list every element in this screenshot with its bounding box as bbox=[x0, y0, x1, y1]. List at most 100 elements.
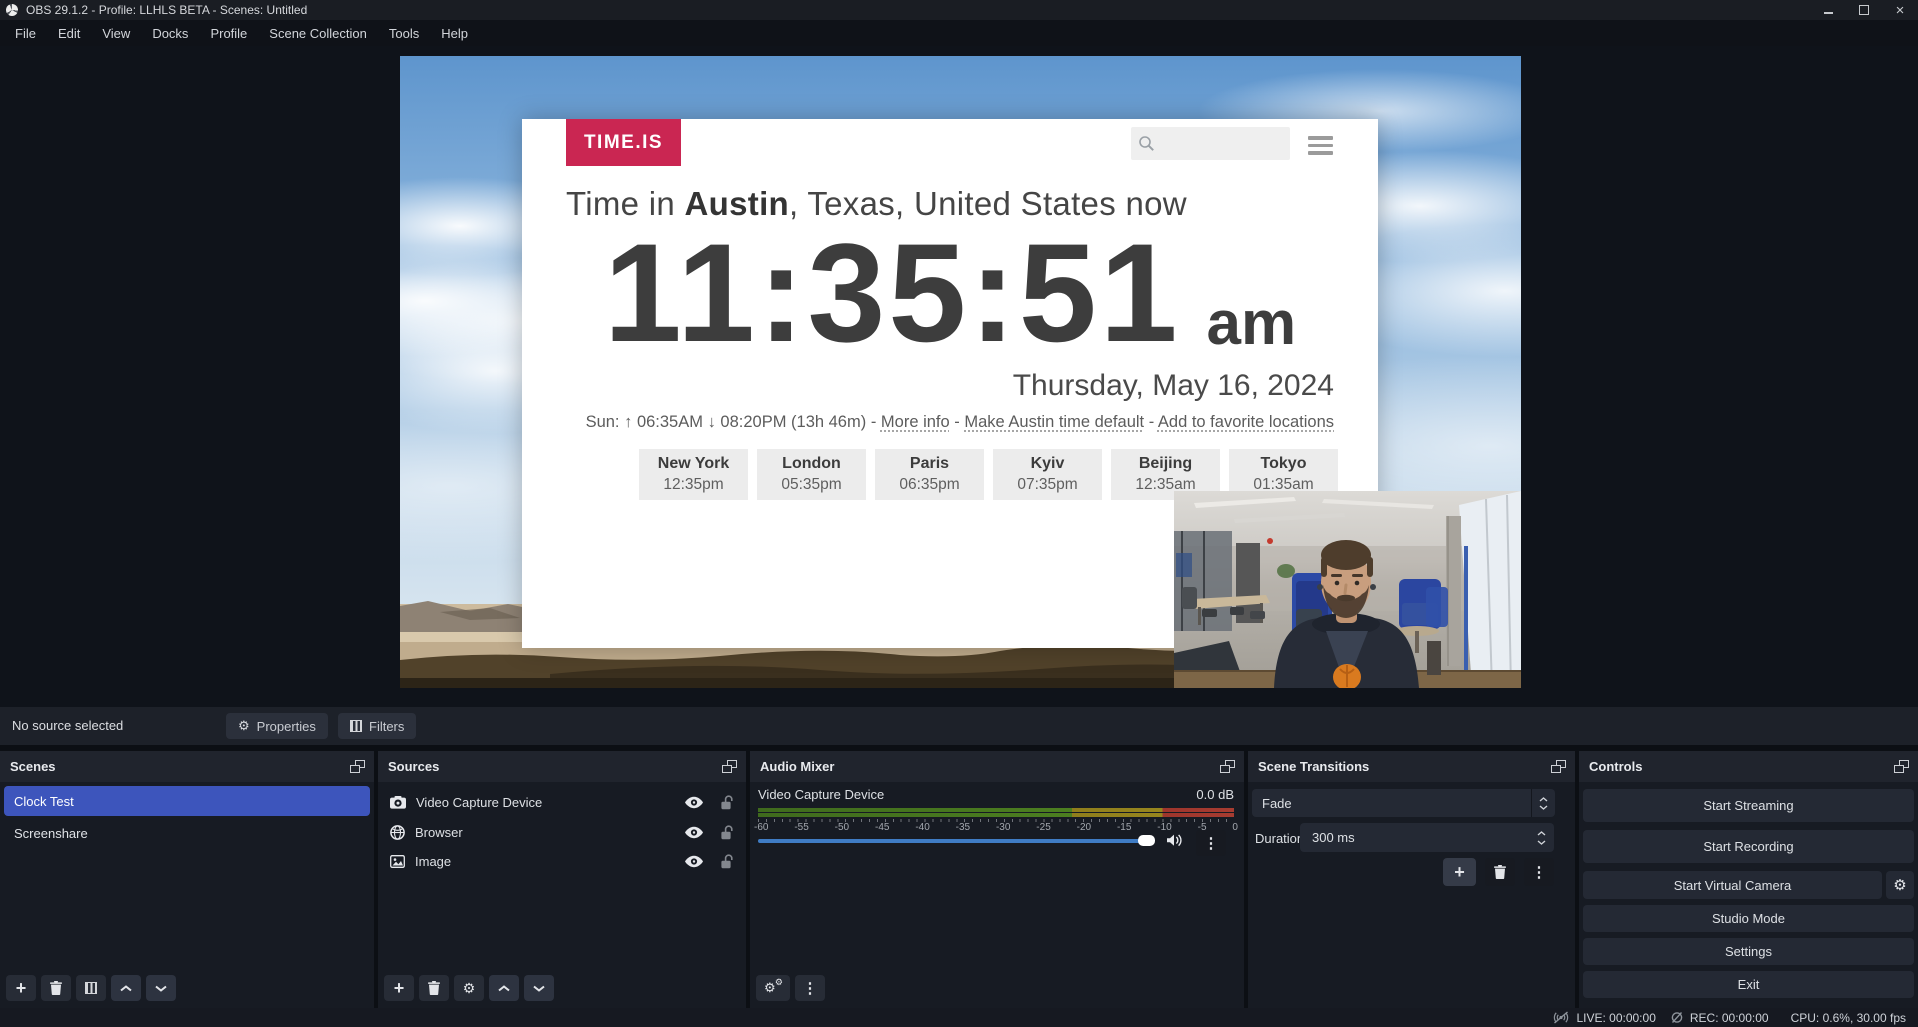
program-canvas[interactable]: TIME.IS Time in Austin, Texas, United St… bbox=[400, 56, 1521, 688]
popout-icon[interactable] bbox=[350, 760, 365, 773]
lock-open-icon[interactable] bbox=[720, 795, 734, 810]
clock-time: 11:35:51 bbox=[604, 223, 1181, 363]
source-row-video-capture[interactable]: Video Capture Device bbox=[382, 789, 742, 816]
transitions-header[interactable]: Scene Transitions bbox=[1248, 751, 1575, 782]
kebab-icon: ⋮ bbox=[803, 981, 818, 996]
menu-tools[interactable]: Tools bbox=[378, 22, 430, 45]
advanced-audio-button[interactable]: ⚙⚙ bbox=[756, 975, 790, 1001]
remove-scene-button[interactable] bbox=[41, 975, 71, 1001]
obs-window: OBS 29.1.2 - Profile: LLHLS BETA - Scene… bbox=[0, 0, 1918, 1027]
tick-label: 0 bbox=[1232, 822, 1238, 833]
duration-spinner[interactable] bbox=[1537, 823, 1546, 852]
add-scene-button[interactable]: + bbox=[6, 975, 36, 1001]
settings-button[interactable]: Settings bbox=[1583, 938, 1914, 965]
city-time: 06:35pm bbox=[875, 475, 984, 494]
city-time: 07:35pm bbox=[993, 475, 1102, 494]
move-source-down-button[interactable] bbox=[524, 975, 554, 1001]
move-scene-down-button[interactable] bbox=[146, 975, 176, 1001]
combo-spinner[interactable] bbox=[1531, 789, 1555, 817]
tick-label: -55 bbox=[794, 822, 808, 833]
audio-mixer-header[interactable]: Audio Mixer bbox=[750, 751, 1244, 782]
menu-edit[interactable]: Edit bbox=[47, 22, 91, 45]
menu-scene-collection[interactable]: Scene Collection bbox=[258, 22, 378, 45]
city-name: Tokyo bbox=[1229, 454, 1338, 475]
volume-slider[interactable] bbox=[758, 839, 1140, 843]
gear-icon: ⚙ bbox=[1893, 876, 1906, 894]
more-info-link: More info bbox=[881, 413, 950, 431]
maximize-button[interactable] bbox=[1846, 0, 1882, 20]
duration-value: 300 ms bbox=[1312, 830, 1355, 845]
current-date: Thursday, May 16, 2024 bbox=[1013, 369, 1334, 403]
start-recording-button[interactable]: Start Recording bbox=[1583, 830, 1914, 863]
menu-profile[interactable]: Profile bbox=[199, 22, 258, 45]
volume-slider-handle[interactable] bbox=[1138, 835, 1155, 846]
scenes-header[interactable]: Scenes bbox=[0, 751, 374, 782]
add-source-button[interactable]: + bbox=[384, 975, 414, 1001]
lock-open-icon[interactable] bbox=[720, 825, 734, 840]
popout-icon[interactable] bbox=[722, 760, 737, 773]
trash-icon bbox=[1494, 865, 1506, 879]
rec-status: REC: 00:00:00 bbox=[1670, 1011, 1769, 1025]
mixer-channel-menu-button[interactable]: ⋮ bbox=[1196, 830, 1226, 856]
scene-filters-button[interactable] bbox=[76, 975, 106, 1001]
filters-button[interactable]: Filters bbox=[338, 713, 416, 739]
popout-icon[interactable] bbox=[1894, 760, 1909, 773]
studio-mode-button[interactable]: Studio Mode bbox=[1583, 905, 1914, 932]
window-controls: × bbox=[1810, 0, 1918, 20]
menu-bar: File Edit View Docks Profile Scene Colle… bbox=[0, 20, 1918, 46]
city-name: Kyiv bbox=[993, 454, 1102, 475]
close-button[interactable]: × bbox=[1882, 0, 1918, 20]
speaker-icon[interactable] bbox=[1167, 834, 1184, 847]
start-streaming-button[interactable]: Start Streaming bbox=[1583, 789, 1914, 822]
chevron-up-icon bbox=[120, 985, 132, 992]
source-row-browser[interactable]: Browser bbox=[382, 819, 742, 846]
scene-item-clock-test[interactable]: Clock Test bbox=[4, 786, 370, 816]
virtual-camera-config-button[interactable]: ⚙ bbox=[1886, 871, 1914, 899]
tick-label: -40 bbox=[915, 822, 929, 833]
sources-header[interactable]: Sources bbox=[378, 751, 746, 782]
transition-select[interactable]: Fade bbox=[1252, 789, 1555, 817]
city-time: 12:35pm bbox=[639, 475, 748, 494]
filters-icon bbox=[85, 982, 97, 994]
move-scene-up-button[interactable] bbox=[111, 975, 141, 1001]
source-properties-button[interactable]: ⚙ bbox=[454, 975, 484, 1001]
exit-button[interactable]: Exit bbox=[1583, 971, 1914, 998]
visibility-eye-icon[interactable] bbox=[684, 826, 704, 839]
duration-spinbox[interactable]: 300 ms bbox=[1300, 823, 1554, 852]
transition-menu-button[interactable]: ⋮ bbox=[1524, 858, 1554, 886]
scene-item-screenshare[interactable]: Screenshare bbox=[4, 818, 370, 848]
visibility-eye-icon[interactable] bbox=[684, 796, 704, 809]
city-name: Paris bbox=[875, 454, 984, 475]
source-row-image[interactable]: Image bbox=[382, 848, 742, 875]
audio-mixer-panel: Audio Mixer Video Capture Device 0.0 dB … bbox=[750, 751, 1244, 1008]
timeis-logo: TIME.IS bbox=[566, 119, 681, 166]
cpu-fps-stats: CPU: 0.6%, 30.00 fps bbox=[1791, 1011, 1906, 1025]
start-virtual-camera-button[interactable]: Start Virtual Camera bbox=[1583, 871, 1882, 899]
maximize-icon bbox=[1859, 5, 1869, 15]
volume-meter bbox=[758, 808, 1234, 817]
controls-header[interactable]: Controls bbox=[1579, 751, 1918, 782]
popout-icon[interactable] bbox=[1551, 760, 1566, 773]
tick-label: -10 bbox=[1157, 822, 1171, 833]
menu-help[interactable]: Help bbox=[430, 22, 479, 45]
visibility-eye-icon[interactable] bbox=[684, 855, 704, 868]
popout-icon[interactable] bbox=[1220, 760, 1235, 773]
globe-icon bbox=[390, 825, 405, 840]
mixer-menu-button[interactable]: ⋮ bbox=[795, 975, 825, 1001]
minimize-button[interactable] bbox=[1810, 0, 1846, 20]
sources-panel: Sources Video Capture Device Browser Ima… bbox=[378, 751, 746, 1008]
sun-info-line: Sun: ↑ 06:35AM ↓ 08:20PM (13h 46m) - Mor… bbox=[586, 413, 1334, 432]
menu-file[interactable]: File bbox=[4, 22, 47, 45]
menu-docks[interactable]: Docks bbox=[141, 22, 199, 45]
menu-view[interactable]: View bbox=[91, 22, 141, 45]
scenes-panel: Scenes Clock Test Screenshare + bbox=[0, 751, 374, 1008]
separator: - bbox=[866, 413, 881, 431]
remove-source-button[interactable] bbox=[419, 975, 449, 1001]
remove-transition-button[interactable] bbox=[1485, 858, 1515, 886]
add-favorite-link: Add to favorite locations bbox=[1158, 413, 1334, 431]
scenes-title: Scenes bbox=[10, 759, 56, 774]
properties-button[interactable]: ⚙ Properties bbox=[226, 713, 328, 739]
lock-open-icon[interactable] bbox=[720, 854, 734, 869]
move-source-up-button[interactable] bbox=[489, 975, 519, 1001]
add-transition-button[interactable]: + bbox=[1443, 858, 1476, 886]
